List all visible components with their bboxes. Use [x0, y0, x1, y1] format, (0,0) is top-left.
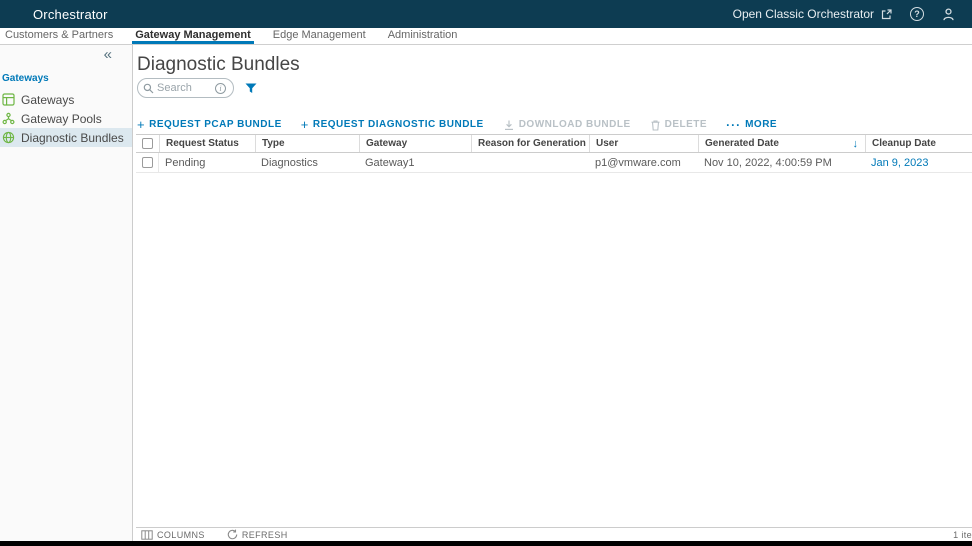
more-button[interactable]: ··· MORE — [726, 119, 777, 131]
search-row: i — [137, 78, 257, 98]
cell-generated-date: Nov 10, 2022, 4:00:59 PM — [698, 153, 865, 172]
columns-icon — [141, 530, 153, 540]
grid-toolbar: + REQUEST PCAP BUNDLE + REQUEST DIAGNOST… — [137, 118, 777, 131]
table-row[interactable]: Pending Diagnostics Gateway1 p1@vmware.c… — [136, 153, 972, 173]
button-label: REQUEST PCAP BUNDLE — [149, 119, 282, 130]
app-title: Orchestrator — [33, 7, 108, 22]
button-label: DOWNLOAD BUNDLE — [519, 119, 631, 130]
search-icon — [143, 83, 154, 94]
trash-icon — [650, 119, 661, 131]
ellipsis-icon: ··· — [726, 119, 741, 131]
sidebar-item-diagnostic-bundles[interactable]: Diagnostic Bundles — [0, 128, 132, 147]
tab-administration[interactable]: Administration — [385, 28, 461, 44]
column-header-cleanup-date[interactable]: Cleanup Date — [865, 135, 972, 152]
tab-edge-management[interactable]: Edge Management — [270, 28, 369, 44]
column-header-gateway[interactable]: Gateway — [359, 135, 471, 152]
sidebar-item-gateways[interactable]: Gateways — [0, 90, 132, 109]
sidebar-item-gateway-pools[interactable]: Gateway Pools — [0, 109, 132, 128]
filter-icon[interactable] — [245, 83, 257, 94]
external-link-icon — [880, 8, 893, 21]
info-icon[interactable]: i — [215, 83, 226, 94]
gateways-icon — [2, 93, 15, 106]
button-label: MORE — [745, 119, 777, 130]
primary-nav: Customers & Partners Gateway Management … — [0, 28, 972, 45]
request-pcap-bundle-button[interactable]: + REQUEST PCAP BUNDLE — [137, 118, 282, 131]
button-label: COLUMNS — [157, 530, 205, 540]
column-header-type[interactable]: Type — [255, 135, 359, 152]
column-header-user[interactable]: User — [589, 135, 698, 152]
open-classic-orchestrator-link[interactable]: Open Classic Orchestrator — [733, 7, 893, 21]
sidebar-collapse-icon[interactable]: « — [104, 47, 112, 62]
bottom-black-bar — [0, 541, 972, 546]
cell-request-status: Pending — [159, 153, 255, 172]
tab-customers-partners[interactable]: Customers & Partners — [2, 28, 116, 44]
diagnostic-bundles-table: Request Status Type Gateway Reason for G… — [136, 134, 972, 173]
top-bar: Orchestrator Open Classic Orchestrator ? — [0, 0, 972, 28]
row-checkbox[interactable] — [142, 157, 153, 168]
download-bundle-button[interactable]: DOWNLOAD BUNDLE — [503, 119, 631, 131]
sidebar-item-label: Diagnostic Bundles — [21, 131, 124, 145]
plus-icon: + — [301, 118, 309, 131]
sidebar-item-label: Gateways — [21, 93, 74, 107]
select-all-checkbox[interactable] — [142, 138, 153, 149]
sidebar-item-label: Gateway Pools — [21, 112, 102, 126]
cell-type: Diagnostics — [255, 153, 359, 172]
sort-desc-icon[interactable]: ↓ — [853, 138, 859, 150]
cell-reason — [471, 153, 589, 172]
request-diagnostic-bundle-button[interactable]: + REQUEST DIAGNOSTIC BUNDLE — [301, 118, 484, 131]
page-title: Diagnostic Bundles — [137, 54, 972, 76]
download-icon — [503, 119, 515, 131]
column-header-generated-date[interactable]: Generated Date ↓ — [698, 135, 865, 152]
table-header-row: Request Status Type Gateway Reason for G… — [136, 134, 972, 153]
refresh-button[interactable]: REFRESH — [227, 529, 288, 540]
topbar-actions: Open Classic Orchestrator ? — [733, 7, 972, 22]
diagnostic-bundles-icon — [2, 131, 15, 144]
column-label: Generated Date — [705, 138, 779, 149]
button-label: REFRESH — [242, 530, 288, 540]
column-header-request-status[interactable]: Request Status — [159, 135, 255, 152]
help-icon[interactable]: ? — [910, 7, 924, 21]
tab-gateway-management[interactable]: Gateway Management — [132, 28, 254, 44]
main-content: Diagnostic Bundles i + REQUEST PCAP BUND… — [134, 45, 972, 541]
plus-icon: + — [137, 118, 145, 131]
column-header-reason[interactable]: Reason for Generation — [471, 135, 589, 152]
user-icon[interactable] — [941, 7, 956, 22]
gateway-pools-icon — [2, 112, 15, 125]
button-label: DELETE — [665, 119, 707, 130]
cell-gateway: Gateway1 — [359, 153, 471, 172]
refresh-icon — [227, 529, 238, 540]
columns-button[interactable]: COLUMNS — [141, 530, 205, 540]
search-input[interactable] — [157, 82, 212, 94]
item-count: 1 item — [953, 530, 972, 540]
button-label: REQUEST DIAGNOSTIC BUNDLE — [313, 119, 484, 130]
delete-button[interactable]: DELETE — [650, 119, 707, 131]
cell-cleanup-date-link[interactable]: Jan 9, 2023 — [865, 153, 972, 172]
open-classic-label: Open Classic Orchestrator — [733, 7, 874, 21]
row-select-cell — [136, 153, 159, 172]
cell-user: p1@vmware.com — [589, 153, 698, 172]
sidebar: « Gateways Gateways Gateway Pools — [0, 45, 133, 541]
sidebar-section-title: Gateways — [2, 73, 132, 84]
header-select-all-cell — [136, 135, 159, 152]
table-footer: COLUMNS REFRESH 1 item — [136, 527, 972, 541]
search-box: i — [137, 78, 234, 98]
